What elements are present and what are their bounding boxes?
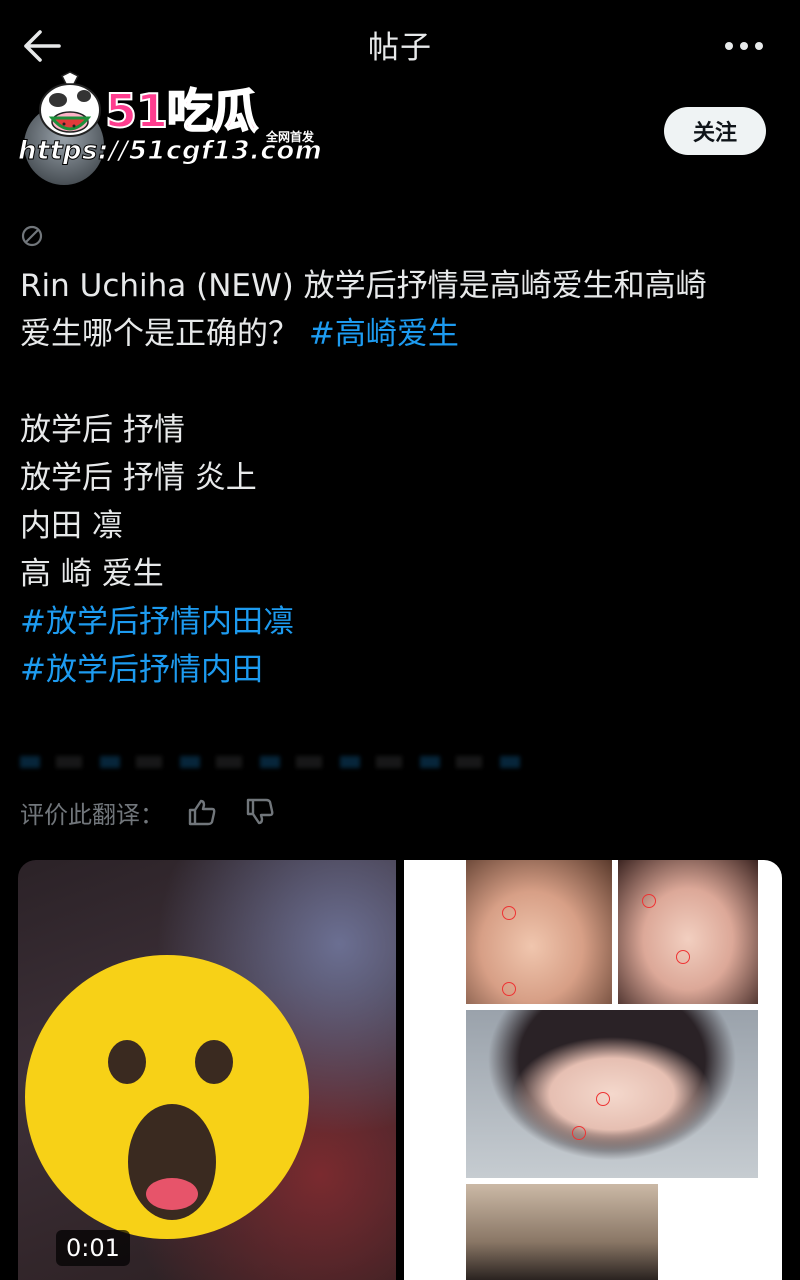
site-watermark: 51吃瓜 全网首发 https://51cgf13.com [10,64,330,174]
hashtag-link[interactable]: #高崎爱生 [309,316,459,352]
marker-circle [502,982,516,996]
thumbs-up-icon [188,799,216,826]
post-line: 内田 凛 [20,508,123,544]
video-thumbnail[interactable]: 0:01 [18,860,396,1280]
post-line: 爱生哪个是正确的？ #高崎爱生 [20,310,780,358]
watermark-url: https://51cgf13.com [17,136,323,167]
rate-translation-row: 评价此翻译： [20,792,280,832]
watermelon-cow-mascot-icon [39,71,101,137]
marker-circle [642,894,656,908]
post-line: 放学后 抒情 炎上 [20,460,257,496]
post-line: 放学后 抒情 [20,412,185,448]
rate-translation-label: 评价此翻译： [20,800,164,829]
collage-photo [466,1010,758,1178]
post-line-text: 爱生哪个是正确的？ [20,316,309,352]
post-line: 高 崎 爱生 [20,556,164,592]
marker-circle [502,906,516,920]
collage-photo [466,860,612,1004]
post-text: Rin Uchiha (NEW) 放学后抒情是高崎爱生和高崎 爱生哪个是正确的？… [20,262,780,694]
marker-circle [572,1126,586,1140]
video-duration: 0:01 [56,1230,130,1266]
thumbs-down-button[interactable] [240,792,280,832]
no-entry-icon [21,225,43,247]
media-divider [396,860,404,1280]
marker-circle [596,1092,610,1106]
collage-photo [618,860,758,1004]
hashtag-link[interactable]: #放学后抒情内田 [20,646,780,694]
hashtag-link[interactable]: #放学后抒情内田凛 [20,598,780,646]
truncated-text-fade [20,756,520,768]
more-options-button[interactable] [718,26,770,66]
thumbs-down-icon [246,798,274,825]
post-media-grid: 0:01 [18,860,782,1280]
thumbs-up-button[interactable] [182,792,222,832]
collage-photo [466,1184,658,1280]
page-title: 帖子 [368,30,432,66]
more-horizontal-icon [725,42,763,50]
image-collage[interactable] [404,860,782,1280]
post-line: Rin Uchiha (NEW) 放学后抒情是高崎爱生和高崎 [20,268,707,304]
surprised-emoji-icon [25,955,309,1239]
watermark-brand: 51吃瓜 [104,84,259,138]
marker-circle [676,950,690,964]
follow-button[interactable]: 关注 [664,107,766,155]
